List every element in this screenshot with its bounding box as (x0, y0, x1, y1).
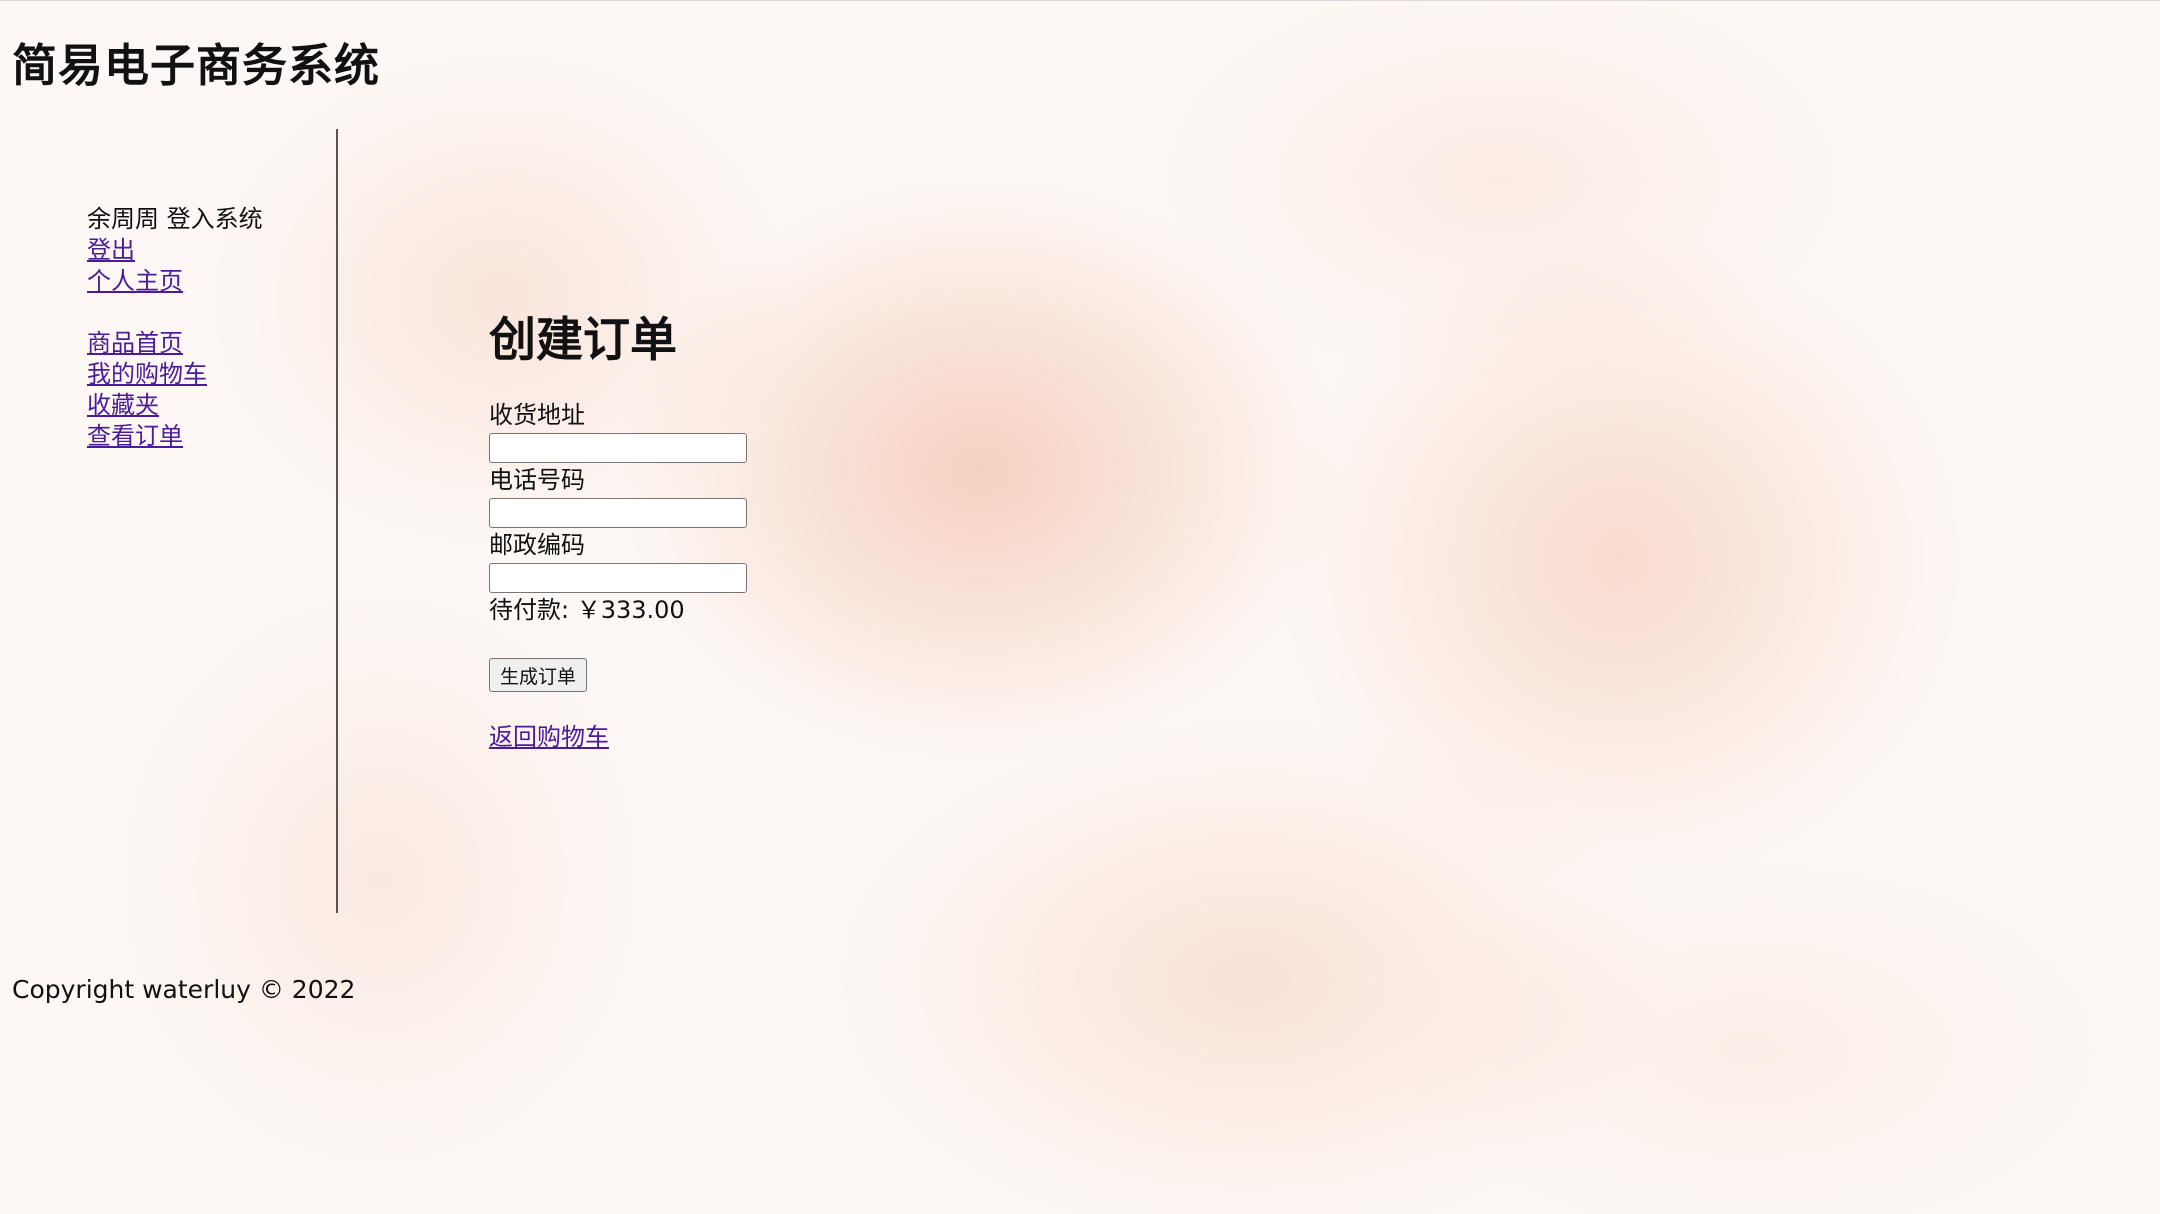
product-home-link[interactable]: 商品首页 (87, 328, 263, 359)
logout-link[interactable]: 登出 (87, 235, 263, 266)
postcode-label: 邮政编码 (489, 531, 585, 559)
sidebar: 余周周 登入系统 登出 个人主页 商品首页 我的购物车 收藏夹 查看订单 (87, 204, 263, 452)
amount-due: 待付款: ￥333.00 (489, 596, 685, 624)
address-label: 收货地址 (489, 401, 585, 429)
footer-copyright: Copyright waterluy © 2022 (12, 975, 356, 1004)
profile-link[interactable]: 个人主页 (87, 266, 263, 297)
address-input[interactable] (489, 433, 747, 463)
sidebar-divider (336, 129, 338, 913)
view-orders-link[interactable]: 查看订单 (87, 421, 263, 452)
back-to-cart-link[interactable]: 返回购物车 (489, 722, 747, 753)
create-order-button[interactable]: 生成订单 (489, 658, 588, 692)
phone-label: 电话号码 (489, 466, 585, 494)
login-status: 余周周 登入系统 (87, 205, 263, 233)
page-title: 创建订单 (489, 313, 677, 368)
my-cart-link[interactable]: 我的购物车 (87, 359, 263, 390)
watercolor-background (0, 0, 2160, 1214)
postcode-input[interactable] (489, 563, 747, 593)
favorites-link[interactable]: 收藏夹 (87, 390, 263, 421)
phone-input[interactable] (489, 498, 747, 528)
create-order-form: 创建订单 收货地址 电话号码 邮政编码 待付款: ￥333.00 生成订单 返回… (489, 310, 747, 753)
site-title: 简易电子商务系统 (12, 39, 381, 92)
top-border (0, 0, 2160, 1)
